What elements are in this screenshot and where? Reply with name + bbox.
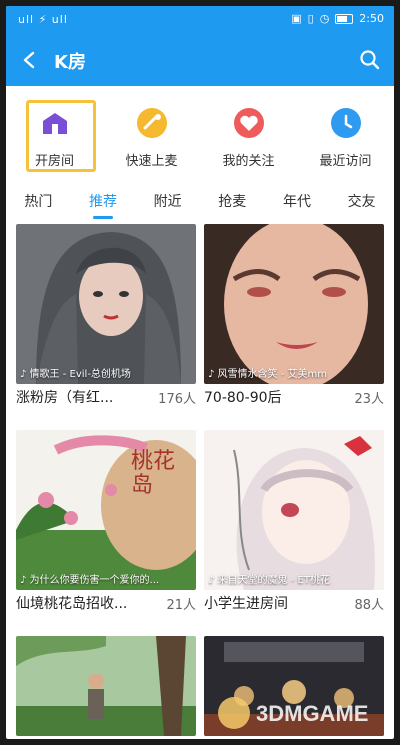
room-member-count: 88人 <box>354 597 384 613</box>
quick-label: 快速上麦 <box>125 154 178 169</box>
room-song-caption: ♪ 风雪情水含笑 - 艾美mm <box>208 369 328 380</box>
room-name: 小学生进房间 <box>204 596 288 612</box>
tab-era[interactable]: 年代 <box>283 191 311 217</box>
peach-island-engraving: 桃花岛 <box>131 449 176 498</box>
tab-recommend[interactable]: 推荐 <box>89 191 117 219</box>
page-title: K房 <box>54 52 86 73</box>
room-member-count: 176人 <box>158 391 196 407</box>
room-song-caption: ♪ 为什么你要伤害一个爱你的... <box>20 575 160 586</box>
room-card[interactable]: 桃花岛 ♪ 为什么你要伤害一个爱你的... 仙境桃花岛招收... 21人 <box>16 430 196 616</box>
quick-fast-mic[interactable]: 快速上麦 <box>103 92 200 176</box>
search-icon <box>360 50 380 70</box>
room-card[interactable]: ♪ 风雪情水含笑 - 艾美mm 70-80-90后 23人 <box>204 224 384 410</box>
quick-label: 我的关注 <box>222 154 275 169</box>
room-song-caption: ♪ 情歌王 - Evil-总创机场 <box>20 369 131 380</box>
room-thumbnail: ♪ 情歌王 - Evil-总创机场 <box>16 224 196 384</box>
status-time: 2:50 <box>359 12 384 25</box>
room-thumbnail: ♪ 风雪情水含笑 - 艾美mm <box>204 224 384 384</box>
quick-actions: 开房间 快速上麦 我的关注 最近访问 <box>6 92 394 176</box>
quick-label: 最近访问 <box>319 154 372 169</box>
phone-screen: ull ⚡ ull ▣ ▯ ◷ 2:50 K房 开房间 快速上麦 我的关注 最近… <box>6 6 394 739</box>
room-name: 仙境桃花岛招收... <box>16 596 128 612</box>
room-member-count: 21人 <box>166 597 196 613</box>
category-tabs: 热门 推荐 附近 抢麦 年代 交友 <box>6 184 394 224</box>
selection-highlight <box>26 100 96 172</box>
search-button[interactable] <box>356 46 384 74</box>
nfc-icon: ▣ <box>291 12 302 25</box>
room-meta: 小学生进房间 88人 <box>204 590 384 616</box>
status-bar: ull ⚡ ull ▣ ▯ ◷ 2:50 <box>6 6 394 34</box>
outdoor-man-image <box>16 636 196 736</box>
room-card[interactable]: ♪ 来自天堂的魔鬼 - ET桃花 小学生进房间 88人 <box>204 430 384 616</box>
back-arrow-icon <box>23 51 35 69</box>
status-right: ▣ ▯ ◷ 2:50 <box>291 12 384 26</box>
quick-my-follows[interactable]: 我的关注 <box>200 92 297 176</box>
room-meta: 涨粉房（有红... 176人 <box>16 384 196 410</box>
tab-hot[interactable]: 热门 <box>24 191 52 217</box>
room-name: 涨粉房（有红... <box>16 390 114 406</box>
room-thumbnail: 桃花岛 ♪ 为什么你要伤害一个爱你的... <box>16 430 196 590</box>
3dmgame-logo: 3DMGAME <box>218 697 368 729</box>
room-song-caption: ♪ 来自天堂的魔鬼 - ET桃花 <box>208 575 330 586</box>
signal-indicators: ull ⚡ ull <box>18 13 68 26</box>
portrait-girl-image <box>16 224 196 384</box>
tab-grab-mic[interactable]: 抢麦 <box>218 191 246 217</box>
app-bar: K房 <box>6 34 394 86</box>
tab-social[interactable]: 交友 <box>348 191 376 217</box>
quick-open-room[interactable]: 开房间 <box>6 92 103 176</box>
room-meta: 70-80-90后 23人 <box>204 384 384 410</box>
clock-icon <box>329 106 363 140</box>
room-member-count: 23人 <box>354 391 384 407</box>
battery-icon <box>335 14 354 24</box>
svg-text:3DMGAME: 3DMGAME <box>256 701 368 726</box>
anime-girl-image <box>204 430 384 590</box>
heart-icon <box>232 106 266 140</box>
room-meta: 仙境桃花岛招收... 21人 <box>16 590 196 616</box>
room-thumbnail <box>16 636 196 736</box>
quick-recent[interactable]: 最近访问 <box>297 92 394 176</box>
alarm-icon: ◷ <box>319 12 330 25</box>
room-name: 70-80-90后 <box>204 390 282 406</box>
back-button[interactable] <box>16 46 44 74</box>
tab-nearby[interactable]: 附近 <box>154 191 182 217</box>
room-card[interactable]: ♪ 情歌王 - Evil-总创机场 涨粉房（有红... 176人 <box>16 224 196 410</box>
mic-icon <box>135 106 169 140</box>
room-card[interactable] <box>16 636 196 736</box>
portrait-woman-image <box>204 224 384 384</box>
vibrate-icon: ▯ <box>307 12 314 25</box>
room-thumbnail: ♪ 来自天堂的魔鬼 - ET桃花 <box>204 430 384 590</box>
